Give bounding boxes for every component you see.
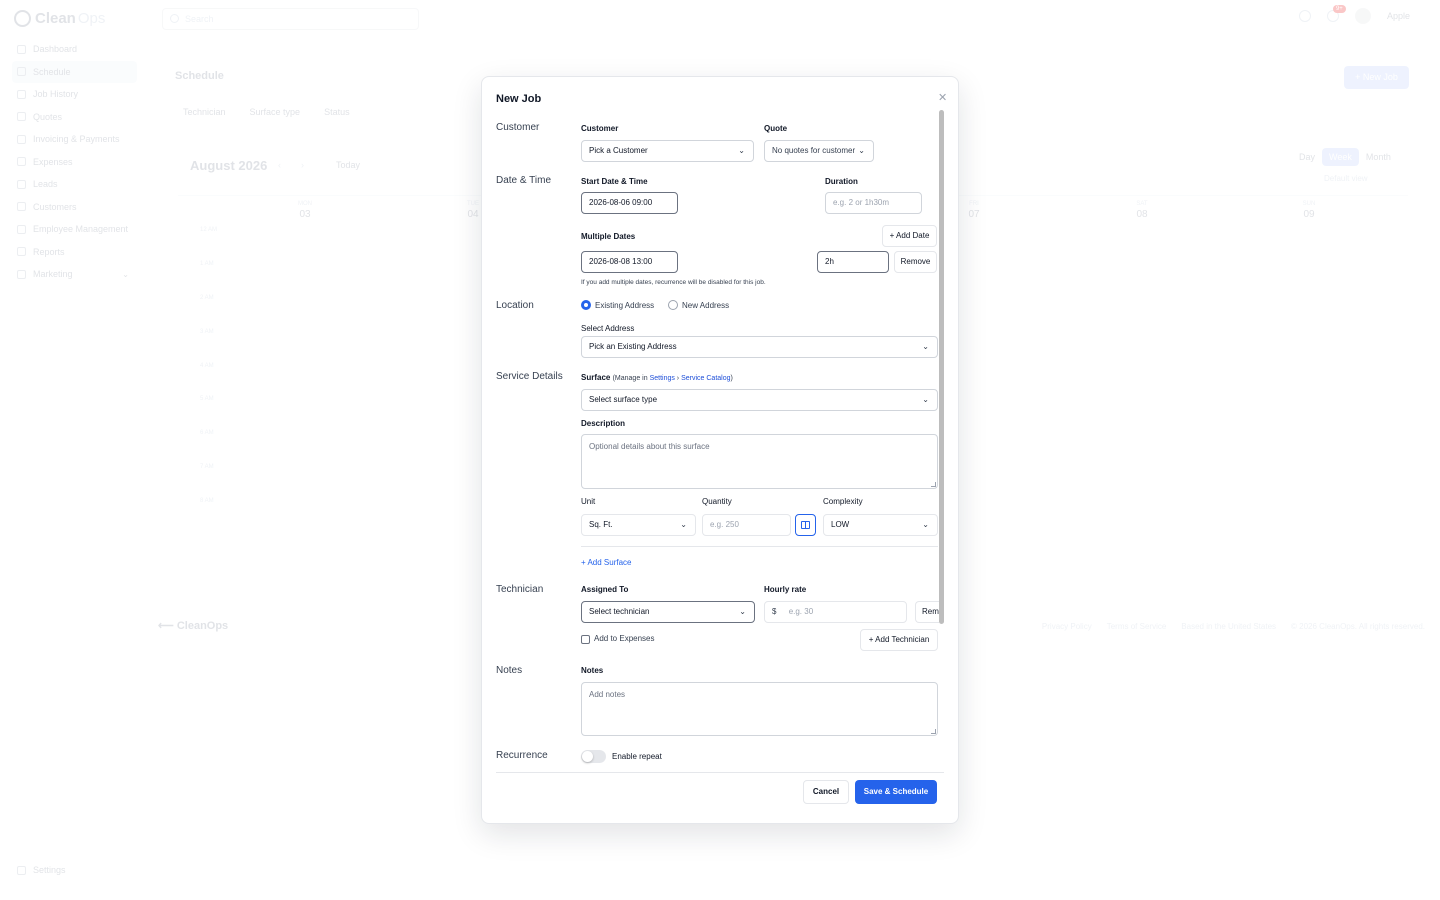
remove-date-button[interactable]: Remove bbox=[894, 251, 937, 273]
unit-label: Unit bbox=[581, 497, 596, 506]
map-icon bbox=[801, 521, 810, 529]
new-address-label[interactable]: New Address bbox=[682, 301, 729, 310]
toggle-knob bbox=[582, 751, 593, 762]
unit-select[interactable]: Sq. Ft. ⌄ bbox=[581, 514, 696, 536]
hourly-rate-placeholder: e.g. 30 bbox=[788, 607, 814, 616]
address-select[interactable]: Pick an Existing Address ⌄ bbox=[581, 336, 938, 358]
section-recurrence: Recurrence bbox=[496, 750, 548, 761]
multiple-dates-helper: If you add multiple dates, recurrence wi… bbox=[581, 279, 766, 286]
resize-handle-icon[interactable] bbox=[931, 729, 936, 734]
multiple-date-input[interactable]: 2026-08-08 13:00 bbox=[581, 251, 678, 273]
modal-footer-divider bbox=[496, 772, 944, 773]
chevron-down-icon: ⌄ bbox=[739, 607, 746, 616]
existing-address-label[interactable]: Existing Address bbox=[595, 301, 654, 310]
add-to-expenses-checkbox[interactable] bbox=[581, 635, 590, 644]
customer-select-value: Pick a Customer bbox=[589, 146, 648, 155]
customer-select[interactable]: Pick a Customer ⌄ bbox=[581, 140, 754, 162]
cancel-button[interactable]: Cancel bbox=[803, 780, 849, 804]
technician-select[interactable]: Select technician ⌄ bbox=[581, 601, 755, 623]
remove-technician-button[interactable]: Rem bbox=[915, 601, 939, 623]
quantity-label: Quantity bbox=[702, 497, 732, 506]
complexity-select-value: LOW bbox=[831, 520, 850, 529]
enable-repeat-label: Enable repeat bbox=[612, 752, 662, 761]
unit-select-value: Sq. Ft. bbox=[589, 520, 613, 529]
section-datetime: Date & Time bbox=[496, 175, 552, 186]
chevron-down-icon: ⌄ bbox=[680, 520, 687, 529]
technician-select-value: Select technician bbox=[589, 607, 650, 616]
duration-label: Duration bbox=[825, 177, 858, 186]
section-technician: Technician bbox=[496, 584, 544, 595]
measure-map-button[interactable] bbox=[795, 514, 816, 536]
customer-label: Customer bbox=[581, 124, 619, 133]
divider bbox=[581, 546, 938, 547]
assigned-to-label: Assigned To bbox=[581, 585, 629, 594]
enable-repeat-toggle[interactable] bbox=[581, 750, 606, 763]
chevron-down-icon: ⌄ bbox=[922, 395, 929, 404]
address-select-value: Pick an Existing Address bbox=[589, 342, 677, 351]
chevron-down-icon: ⌄ bbox=[858, 146, 865, 155]
add-to-expenses-label[interactable]: Add to Expenses bbox=[594, 634, 654, 643]
notes-label: Notes bbox=[581, 666, 604, 675]
duration-input[interactable]: e.g. 2 or 1h30m bbox=[825, 192, 922, 214]
chevron-down-icon: ⌄ bbox=[738, 146, 745, 155]
notes-textarea[interactable]: Add notes bbox=[581, 682, 938, 736]
surface-select[interactable]: Select surface type ⌄ bbox=[581, 389, 938, 411]
section-customer: Customer bbox=[496, 122, 540, 133]
new-job-modal: New Job ✕ Customer Customer Pick a Custo… bbox=[481, 76, 959, 824]
multiple-dates-label: Multiple Dates bbox=[581, 232, 636, 241]
existing-address-radio[interactable] bbox=[581, 300, 591, 310]
add-date-button[interactable]: + Add Date bbox=[882, 225, 937, 247]
start-datetime-input[interactable]: 2026-08-06 09:00 bbox=[581, 192, 678, 214]
resize-handle-icon[interactable] bbox=[931, 482, 936, 487]
complexity-label: Complexity bbox=[823, 497, 863, 506]
chevron-down-icon: ⌄ bbox=[922, 520, 929, 529]
hourly-rate-input[interactable]: $ e.g. 30 bbox=[764, 601, 907, 623]
settings-link[interactable]: Settings bbox=[650, 375, 675, 382]
select-address-label: Select Address bbox=[581, 324, 635, 333]
service-catalog-link[interactable]: Service Catalog bbox=[681, 375, 730, 382]
notes-placeholder: Add notes bbox=[589, 690, 626, 699]
currency-symbol: $ bbox=[772, 607, 777, 616]
add-surface-link[interactable]: + Add Surface bbox=[581, 558, 631, 567]
surface-select-value: Select surface type bbox=[589, 395, 658, 404]
close-icon[interactable]: ✕ bbox=[938, 91, 947, 104]
surface-label: Surface (Manage in Settings › Service Ca… bbox=[581, 373, 733, 382]
description-label: Description bbox=[581, 419, 626, 428]
start-datetime-label: Start Date & Time bbox=[581, 177, 648, 186]
save-schedule-button[interactable]: Save & Schedule bbox=[855, 780, 937, 804]
description-placeholder: Optional details about this surface bbox=[589, 442, 710, 451]
add-technician-button[interactable]: + Add Technician bbox=[860, 629, 938, 651]
quantity-input[interactable]: e.g. 250 bbox=[702, 514, 791, 536]
modal-scrollbar[interactable] bbox=[939, 110, 944, 624]
quote-label: Quote bbox=[764, 124, 788, 133]
chevron-down-icon: ⌄ bbox=[922, 342, 929, 351]
section-location: Location bbox=[496, 300, 534, 311]
quote-select[interactable]: No quotes for customer ⌄ bbox=[764, 140, 874, 162]
section-notes: Notes bbox=[496, 665, 523, 676]
complexity-select[interactable]: LOW ⌄ bbox=[823, 514, 938, 536]
description-textarea[interactable]: Optional details about this surface bbox=[581, 434, 938, 489]
hourly-rate-label: Hourly rate bbox=[764, 585, 807, 594]
new-address-radio[interactable] bbox=[668, 300, 678, 310]
multiple-duration-input[interactable]: 2h bbox=[817, 251, 889, 273]
modal-title: New Job bbox=[496, 93, 542, 105]
quote-select-value: No quotes for customer bbox=[772, 146, 856, 155]
section-service-details: Service Details bbox=[496, 371, 563, 382]
